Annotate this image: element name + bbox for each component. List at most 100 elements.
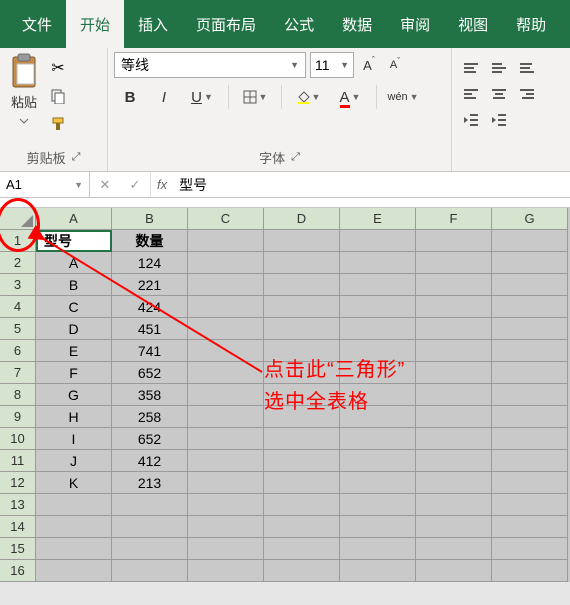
font-expand-icon[interactable]: ⤢: [291, 151, 300, 164]
italic-button[interactable]: I: [148, 84, 180, 110]
cell[interactable]: [416, 340, 492, 362]
tab-help[interactable]: 帮助: [502, 0, 560, 48]
row-header[interactable]: 16: [0, 560, 36, 582]
cell[interactable]: [264, 494, 340, 516]
cell[interactable]: I: [36, 428, 112, 450]
cell[interactable]: [492, 560, 568, 582]
decrease-font-button[interactable]: Aˇ: [384, 52, 406, 78]
cut-button[interactable]: ✂: [46, 56, 70, 80]
cell[interactable]: [492, 362, 568, 384]
cell[interactable]: [264, 362, 340, 384]
align-top-button[interactable]: [458, 56, 484, 80]
cell[interactable]: [340, 428, 416, 450]
cell[interactable]: [492, 340, 568, 362]
cell[interactable]: [188, 406, 264, 428]
cell[interactable]: [188, 252, 264, 274]
cell[interactable]: [264, 274, 340, 296]
cell[interactable]: [340, 296, 416, 318]
cell[interactable]: [188, 472, 264, 494]
cell[interactable]: 424: [112, 296, 188, 318]
cell[interactable]: [188, 494, 264, 516]
cell[interactable]: [340, 362, 416, 384]
cell[interactable]: 652: [112, 428, 188, 450]
cell[interactable]: [264, 538, 340, 560]
cell[interactable]: [492, 516, 568, 538]
row-header[interactable]: 5: [0, 318, 36, 340]
cell[interactable]: [340, 340, 416, 362]
cell[interactable]: 258: [112, 406, 188, 428]
row-header[interactable]: 2: [0, 252, 36, 274]
cell[interactable]: E: [36, 340, 112, 362]
cell[interactable]: [416, 560, 492, 582]
row-header[interactable]: 8: [0, 384, 36, 406]
cell[interactable]: [416, 538, 492, 560]
cell[interactable]: 数量: [112, 230, 188, 252]
tab-home[interactable]: 开始: [66, 0, 124, 48]
border-button[interactable]: ▼: [235, 84, 275, 110]
tab-view[interactable]: 视图: [444, 0, 502, 48]
cell[interactable]: G: [36, 384, 112, 406]
row-header[interactable]: 15: [0, 538, 36, 560]
cell[interactable]: 221: [112, 274, 188, 296]
clipboard-expand-icon[interactable]: ⤢: [72, 151, 81, 164]
cell[interactable]: [36, 560, 112, 582]
cell[interactable]: [264, 428, 340, 450]
cancel-formula-button[interactable]: ✕: [90, 172, 120, 197]
cell[interactable]: [492, 318, 568, 340]
cell[interactable]: [264, 472, 340, 494]
tab-file[interactable]: 文件: [8, 0, 66, 48]
cell[interactable]: [188, 318, 264, 340]
column-header[interactable]: E: [340, 208, 416, 230]
cell[interactable]: [492, 450, 568, 472]
cell[interactable]: [264, 516, 340, 538]
cell[interactable]: [188, 296, 264, 318]
phonetic-button[interactable]: wén▼: [383, 84, 423, 110]
cell[interactable]: [492, 274, 568, 296]
accept-formula-button[interactable]: ✓: [120, 172, 150, 197]
align-right-button[interactable]: [514, 82, 540, 106]
cell[interactable]: [492, 406, 568, 428]
cell[interactable]: [340, 560, 416, 582]
cell[interactable]: [188, 362, 264, 384]
cell[interactable]: [188, 340, 264, 362]
bold-button[interactable]: B: [114, 84, 146, 110]
cell[interactable]: 451: [112, 318, 188, 340]
cell[interactable]: J: [36, 450, 112, 472]
row-header[interactable]: 7: [0, 362, 36, 384]
name-box[interactable]: A1 ▼: [0, 172, 90, 197]
column-header[interactable]: C: [188, 208, 264, 230]
copy-button[interactable]: [46, 84, 70, 108]
cell[interactable]: [416, 406, 492, 428]
cell[interactable]: [264, 318, 340, 340]
cell[interactable]: [492, 428, 568, 450]
cell[interactable]: [188, 538, 264, 560]
cell[interactable]: [492, 252, 568, 274]
cell[interactable]: [416, 274, 492, 296]
tab-data[interactable]: 数据: [328, 0, 386, 48]
cell[interactable]: 358: [112, 384, 188, 406]
cell[interactable]: [112, 494, 188, 516]
cell[interactable]: F: [36, 362, 112, 384]
cell[interactable]: [416, 450, 492, 472]
cell[interactable]: [492, 538, 568, 560]
cell[interactable]: 型号: [36, 230, 112, 252]
cell[interactable]: [340, 318, 416, 340]
cell[interactable]: [416, 472, 492, 494]
cell[interactable]: H: [36, 406, 112, 428]
font-size-dropdown[interactable]: 11 ▼: [310, 52, 354, 78]
cell[interactable]: [188, 560, 264, 582]
cell[interactable]: [340, 516, 416, 538]
row-header[interactable]: 14: [0, 516, 36, 538]
tab-review[interactable]: 审阅: [386, 0, 444, 48]
row-header[interactable]: 11: [0, 450, 36, 472]
font-name-dropdown[interactable]: 等线 ▼: [114, 52, 306, 78]
row-header[interactable]: 4: [0, 296, 36, 318]
cell[interactable]: [112, 560, 188, 582]
cell[interactable]: B: [36, 274, 112, 296]
cell[interactable]: [188, 428, 264, 450]
decrease-indent-button[interactable]: [458, 108, 484, 132]
formula-input[interactable]: [173, 172, 570, 197]
cell[interactable]: [416, 362, 492, 384]
cell[interactable]: A: [36, 252, 112, 274]
cell[interactable]: [340, 384, 416, 406]
